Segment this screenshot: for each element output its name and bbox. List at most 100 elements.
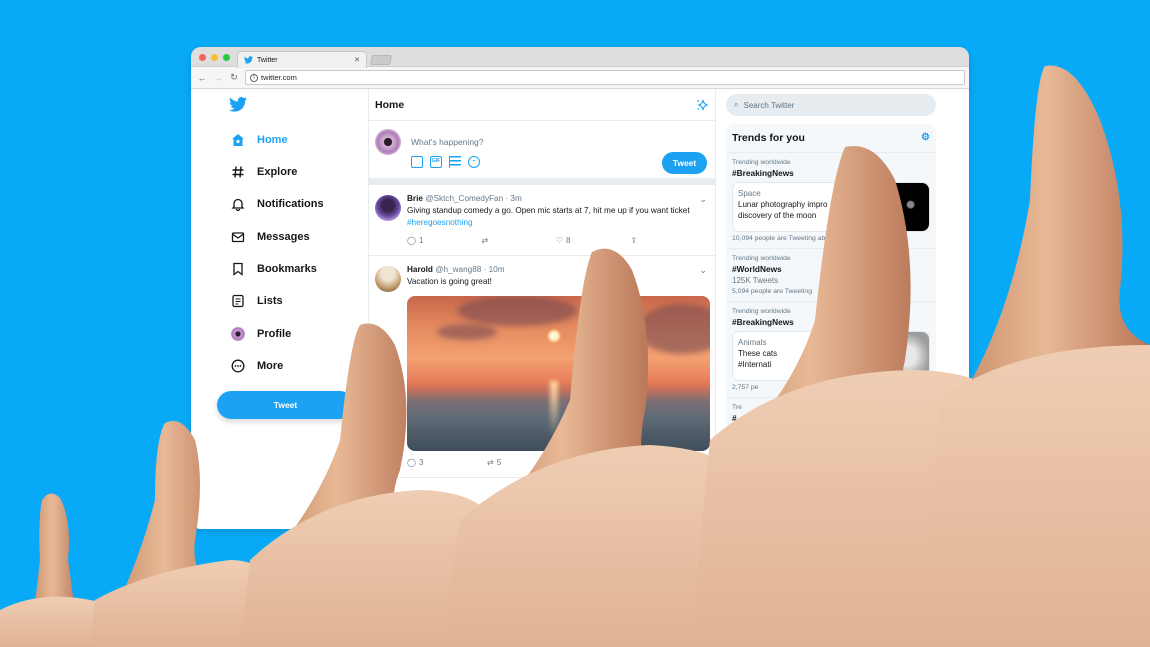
envelope-icon (231, 232, 245, 243)
chevron-down-icon[interactable]: ⌄ (699, 264, 707, 276)
address-bar[interactable]: i twitter.com (245, 70, 965, 85)
trend-news-card[interactable]: Space Lunar photography impro discovery … (732, 182, 930, 232)
new-tab-button[interactable] (370, 55, 392, 65)
trends-header: Trends for you ⚙ (726, 124, 936, 153)
forward-arrow-icon[interactable]: → (213, 73, 223, 83)
timeline: Home What's happening? GIF ⌣ Tweet ⌄ Bri (368, 89, 716, 529)
hashtag-link[interactable]: #heregoesnothing (407, 218, 473, 227)
search-input[interactable]: ⌕ Search Twitter (726, 94, 936, 116)
reply-button[interactable]: ◯ 3 (407, 457, 487, 469)
trend-item[interactable]: Trending worldwide #WorldNews 125K Tweet… (726, 249, 936, 302)
reply-icon: ◯ (407, 458, 416, 467)
retweet-icon: ⇄ (481, 236, 489, 245)
compose-tweet-button[interactable]: Tweet (662, 152, 707, 174)
browser-titlebar: Twitter ✕ (191, 47, 969, 68)
more-icon (231, 359, 245, 373)
left-sidebar: Home Explore Notifications Messages Book… (191, 89, 368, 529)
sidebar-item-label: Explore (257, 166, 298, 178)
sidebar-item-label: Bookmarks (257, 263, 317, 275)
sidebar-item-profile[interactable]: Profile (231, 327, 291, 341)
trend-item[interactable]: Trending worldwide #BreakingNews Space L… (726, 153, 936, 249)
sidebar-item-home[interactable]: Home (231, 133, 288, 147)
compose-input[interactable]: What's happening? (411, 137, 484, 147)
right-sidebar: ⌕ Search Twitter Trends for you ⚙ Trendin… (716, 89, 969, 529)
reload-icon[interactable]: ↻ (229, 72, 239, 83)
close-tab-icon[interactable]: ✕ (354, 56, 360, 64)
tweet-author-handle: @Sktch_ComedyFan · 3m (425, 194, 522, 203)
retweet-icon: ⇄ (487, 458, 494, 467)
sidebar-item-label: Home (257, 134, 288, 146)
sparkle-icon[interactable] (695, 98, 709, 112)
sidebar-item-more[interactable]: More (231, 359, 283, 373)
sidebar-item-notifications[interactable]: Notifications (231, 197, 324, 211)
twitter-app: Home Explore Notifications Messages Book… (191, 89, 969, 529)
twitter-logo-icon[interactable] (229, 97, 247, 112)
heart-icon: ♡ (556, 236, 564, 245)
thumbs-up-hand (0, 493, 130, 647)
chevron-down-icon[interactable]: ⌄ (699, 193, 707, 205)
tweet-author-handle: @h_wang88 · 10m (435, 265, 505, 274)
trend-news-card[interactable]: Animals These cats #Internati (732, 331, 930, 381)
tweet-media-sunset-image[interactable] (407, 296, 710, 451)
gif-icon[interactable]: GIF (430, 156, 442, 168)
share-icon: ⇪ (630, 236, 638, 245)
tweet-author-name[interactable]: Brie (407, 194, 423, 203)
tweet-author-name[interactable]: Harold (407, 265, 433, 274)
bell-icon (231, 198, 245, 211)
tweet-text: Giving standup comedy a go. Open mic sta… (407, 206, 690, 227)
info-icon: i (250, 73, 258, 82)
tweet-actions: ◯ 1 ⇄ ♡ 8 ⇪ (407, 235, 705, 247)
partial-tweet-text: dy lau (469, 506, 491, 515)
url-text: twitter.com (261, 73, 297, 82)
sidebar-item-label: Messages (257, 231, 310, 243)
trend-item[interactable]: Tre # (726, 398, 936, 429)
retweet-button[interactable]: ⇄ 5 (487, 457, 567, 469)
twitter-bird-icon (244, 56, 253, 64)
emoji-icon[interactable]: ⌣ (468, 156, 480, 168)
sidebar-item-label: Notifications (257, 198, 324, 210)
compose-box: What's happening? GIF ⌣ Tweet (369, 121, 715, 185)
gear-icon[interactable]: ⚙ (921, 132, 930, 144)
avatar-icon (231, 327, 245, 341)
minimize-window-button[interactable] (211, 54, 218, 61)
retweet-button[interactable]: ⇄ (482, 235, 557, 247)
like-button[interactable]: ♡ 8 (556, 235, 631, 247)
close-window-button[interactable] (199, 54, 206, 61)
timeline-header: Home (369, 89, 715, 121)
bookmark-icon (233, 262, 243, 276)
share-button[interactable]: ⇪ (631, 235, 706, 247)
tweet-avatar[interactable] (375, 195, 401, 221)
browser-tab[interactable]: Twitter ✕ (237, 51, 367, 68)
tweet-actions: ◯ 3 ⇄ 5 (407, 457, 705, 469)
back-arrow-icon[interactable]: ← (197, 73, 207, 83)
sidebar-item-explore[interactable]: Explore (231, 165, 297, 179)
list-icon (232, 294, 244, 308)
sidebar-item-label: More (257, 360, 284, 372)
home-icon (232, 134, 244, 146)
image-icon[interactable] (411, 156, 423, 168)
tweet[interactable]: ⌄ Harold @h_wang88 · 10m Vacation is goi… (369, 256, 715, 478)
sidebar-item-label: Lists (257, 295, 283, 307)
sidebar-tweet-button[interactable]: Tweet (217, 391, 354, 419)
page-title: Home (375, 98, 405, 111)
tweet-text: Vacation is going great! (407, 277, 492, 286)
moon-thumbnail (883, 183, 929, 231)
tweet-avatar[interactable] (375, 266, 401, 292)
cats-thumbnail (883, 332, 929, 380)
window-controls (199, 54, 230, 61)
search-icon: ⌕ (734, 100, 739, 109)
sidebar-item-messages[interactable]: Messages (231, 230, 310, 244)
sidebar-item-bookmarks[interactable]: Bookmarks (231, 262, 317, 276)
reply-button[interactable]: ◯ 1 (407, 235, 482, 247)
tweet[interactable]: ⌄ Brie @Sktch_ComedyFan · 3m Giving stan… (369, 185, 715, 256)
compose-tools: GIF ⌣ (411, 156, 480, 168)
sidebar-item-label: Profile (257, 328, 292, 340)
maximize-window-button[interactable] (223, 54, 230, 61)
sidebar-item-lists[interactable]: Lists (231, 294, 283, 308)
poll-icon[interactable] (449, 156, 461, 168)
reply-icon: ◯ (407, 236, 416, 245)
tab-title: Twitter (257, 56, 278, 64)
browser-window: Twitter ✕ ← → ↻ i twitter.com Home Explo… (191, 47, 969, 529)
trend-item[interactable]: Trending worldwide #BreakingNews Animals… (726, 302, 936, 398)
user-avatar[interactable] (375, 129, 401, 155)
